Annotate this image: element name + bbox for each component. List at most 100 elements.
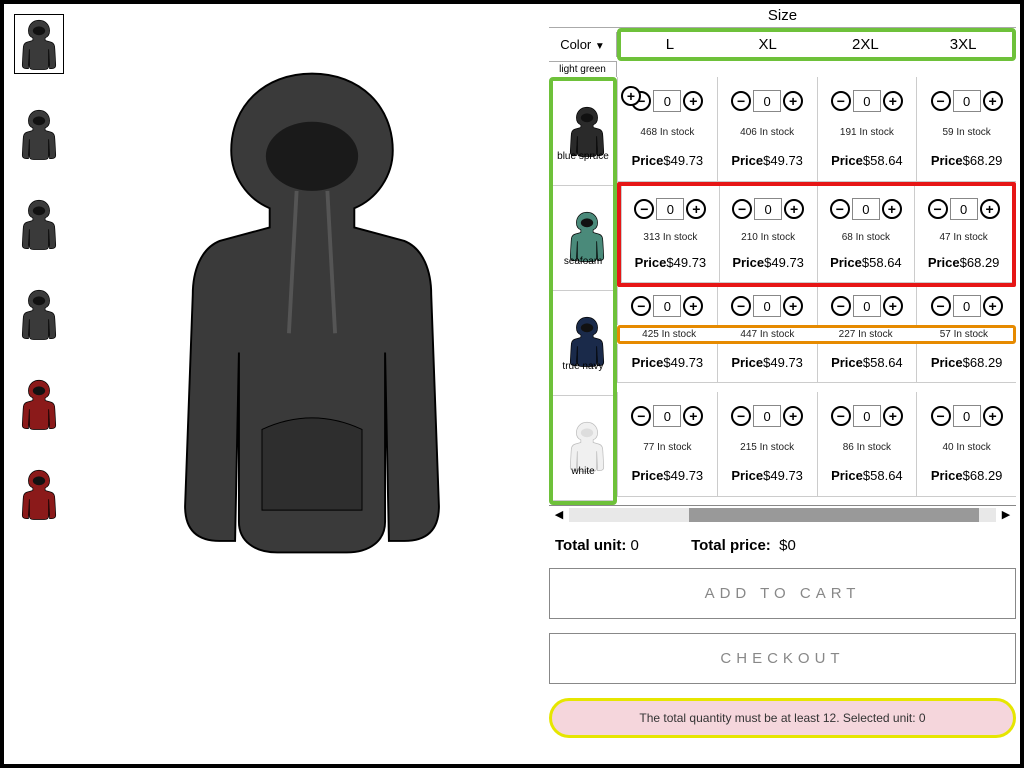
cell: − + 313 In stockPrice$49.73 bbox=[621, 186, 719, 283]
quantity-input[interactable] bbox=[953, 90, 981, 112]
minus-button[interactable]: − bbox=[831, 91, 851, 111]
price: Price$49.73 bbox=[732, 255, 804, 270]
quantity-input[interactable] bbox=[953, 405, 981, 427]
quantity-input[interactable] bbox=[753, 90, 781, 112]
stock-label: 40 In stock bbox=[942, 442, 990, 453]
stock-label: 47 In stock bbox=[939, 232, 987, 243]
stock-label: 77 In stock bbox=[643, 442, 691, 453]
size-header: Size bbox=[549, 4, 1016, 28]
quantity-input[interactable] bbox=[653, 295, 681, 317]
plus-button[interactable]: + bbox=[883, 406, 903, 426]
cell: − + 77 In stock Price$49.73 bbox=[617, 392, 717, 497]
minus-button[interactable]: − bbox=[731, 91, 751, 111]
plus-button[interactable]: + bbox=[883, 91, 903, 111]
plus-button[interactable]: + bbox=[783, 91, 803, 111]
thumbnail-1[interactable] bbox=[14, 104, 64, 164]
scroll-left-icon[interactable]: ◀ bbox=[549, 508, 569, 521]
price: Price$58.64 bbox=[830, 255, 902, 270]
size-col-L[interactable]: L bbox=[621, 32, 719, 57]
swatch-seafoam[interactable]: seafoam bbox=[553, 186, 613, 291]
minus-button[interactable]: − bbox=[830, 199, 850, 219]
horizontal-scrollbar[interactable]: ◀ ▶ bbox=[549, 505, 1016, 523]
plus-button[interactable]: + bbox=[683, 406, 703, 426]
quantity-warning: The total quantity must be at least 12. … bbox=[549, 698, 1016, 738]
quantity-input[interactable] bbox=[656, 198, 684, 220]
plus-button[interactable]: + bbox=[783, 406, 803, 426]
thumbnail-3[interactable] bbox=[14, 284, 64, 344]
thumbnail-5[interactable] bbox=[14, 464, 64, 524]
minus-button[interactable]: − bbox=[931, 406, 951, 426]
minus-button[interactable]: − bbox=[731, 406, 751, 426]
cell: − + 47 In stock Price$68.29 bbox=[914, 186, 1012, 283]
swatch-true-navy[interactable]: true navy bbox=[553, 291, 613, 396]
quantity-input[interactable] bbox=[653, 90, 681, 112]
plus-button[interactable]: + bbox=[983, 406, 1003, 426]
swatch-white[interactable]: white bbox=[553, 396, 613, 501]
minus-button[interactable]: − bbox=[631, 406, 651, 426]
price: Price$68.29 bbox=[928, 255, 1000, 270]
minus-button[interactable]: − bbox=[931, 91, 951, 111]
minus-button[interactable]: − bbox=[931, 296, 951, 316]
plus-button[interactable]: + bbox=[686, 199, 706, 219]
dropdown-icon: ▼ bbox=[595, 41, 605, 52]
quantity-input[interactable] bbox=[653, 405, 681, 427]
quantity-input[interactable] bbox=[950, 198, 978, 220]
quantity-input[interactable] bbox=[754, 198, 782, 220]
price: Price$49.73 bbox=[731, 153, 803, 168]
size-col-2XL[interactable]: 2XL bbox=[817, 32, 915, 57]
plus-button[interactable]: + bbox=[683, 91, 703, 111]
stock-label: 59 In stock bbox=[942, 127, 990, 138]
quantity-input[interactable] bbox=[853, 90, 881, 112]
cell: − + 40 In stockPrice$68.29 bbox=[916, 392, 1016, 497]
quantity-input[interactable] bbox=[852, 198, 880, 220]
price: Price$68.29 bbox=[931, 153, 1003, 168]
thumbnail-2[interactable] bbox=[14, 194, 64, 254]
minus-button[interactable]: − bbox=[831, 296, 851, 316]
stock-label: 68 In stock bbox=[842, 232, 890, 243]
plus-icon[interactable]: + bbox=[621, 86, 641, 106]
thumbnail-list bbox=[14, 14, 74, 764]
quantity-input[interactable] bbox=[753, 405, 781, 427]
size-columns: LXL2XL3XL bbox=[617, 28, 1016, 61]
quantity-input[interactable] bbox=[753, 295, 781, 317]
plus-button[interactable]: + bbox=[882, 199, 902, 219]
quantity-input[interactable] bbox=[853, 295, 881, 317]
plus-button[interactable]: + bbox=[983, 296, 1003, 316]
minus-button[interactable]: − bbox=[831, 406, 851, 426]
minus-button[interactable]: − bbox=[928, 199, 948, 219]
plus-button[interactable]: + bbox=[783, 296, 803, 316]
data-row-blue_spruce: − + 468 In stockPrice$49.73 − + 406 In s… bbox=[617, 77, 1016, 182]
cell: − + 191 In stockPrice$58.64 bbox=[817, 77, 917, 182]
minus-button[interactable]: − bbox=[732, 199, 752, 219]
color-header[interactable]: Color ▼ bbox=[549, 32, 617, 57]
stock-label: 86 In stock bbox=[843, 442, 891, 453]
minus-button[interactable]: − bbox=[634, 199, 654, 219]
data-row-white: − + 77 In stockPrice$49.73 − + 215 In st… bbox=[617, 392, 1016, 497]
minus-button[interactable]: − bbox=[631, 296, 651, 316]
scroll-right-icon[interactable]: ▶ bbox=[996, 508, 1016, 521]
size-col-3XL[interactable]: 3XL bbox=[914, 32, 1012, 57]
quantity-input[interactable] bbox=[853, 405, 881, 427]
cell: − + 68 In stock Price$58.64 bbox=[817, 186, 915, 283]
thumbnail-0[interactable] bbox=[14, 14, 64, 74]
swatch-blue-spruce[interactable]: blue spruce bbox=[553, 81, 613, 186]
cell: − + 406 In stockPrice$49.73 bbox=[717, 77, 817, 182]
cell: − + 86 In stockPrice$58.64 bbox=[817, 392, 917, 497]
plus-button[interactable]: + bbox=[983, 91, 1003, 111]
minus-button[interactable]: − bbox=[731, 296, 751, 316]
totals-row: Total unit: 0 Total price: $0 bbox=[549, 523, 1016, 568]
price: Price$49.73 bbox=[632, 468, 704, 483]
thumbnail-4[interactable] bbox=[14, 374, 64, 434]
checkout-button[interactable]: CHECKOUT bbox=[549, 633, 1016, 684]
plus-button[interactable]: + bbox=[683, 296, 703, 316]
plus-button[interactable]: + bbox=[883, 296, 903, 316]
stock-label: 191 In stock bbox=[840, 127, 894, 138]
price: Price$49.73 bbox=[635, 255, 707, 270]
plus-button[interactable]: + bbox=[980, 199, 1000, 219]
plus-button[interactable]: + bbox=[784, 199, 804, 219]
quantity-input[interactable] bbox=[953, 295, 981, 317]
size-col-XL[interactable]: XL bbox=[719, 32, 817, 57]
add-to-cart-button[interactable]: ADD TO CART bbox=[549, 568, 1016, 619]
cell: − + 210 In stockPrice$49.73 bbox=[719, 186, 817, 283]
color-swatch-column: blue spruceseafoamtrue navywhite bbox=[549, 77, 617, 505]
